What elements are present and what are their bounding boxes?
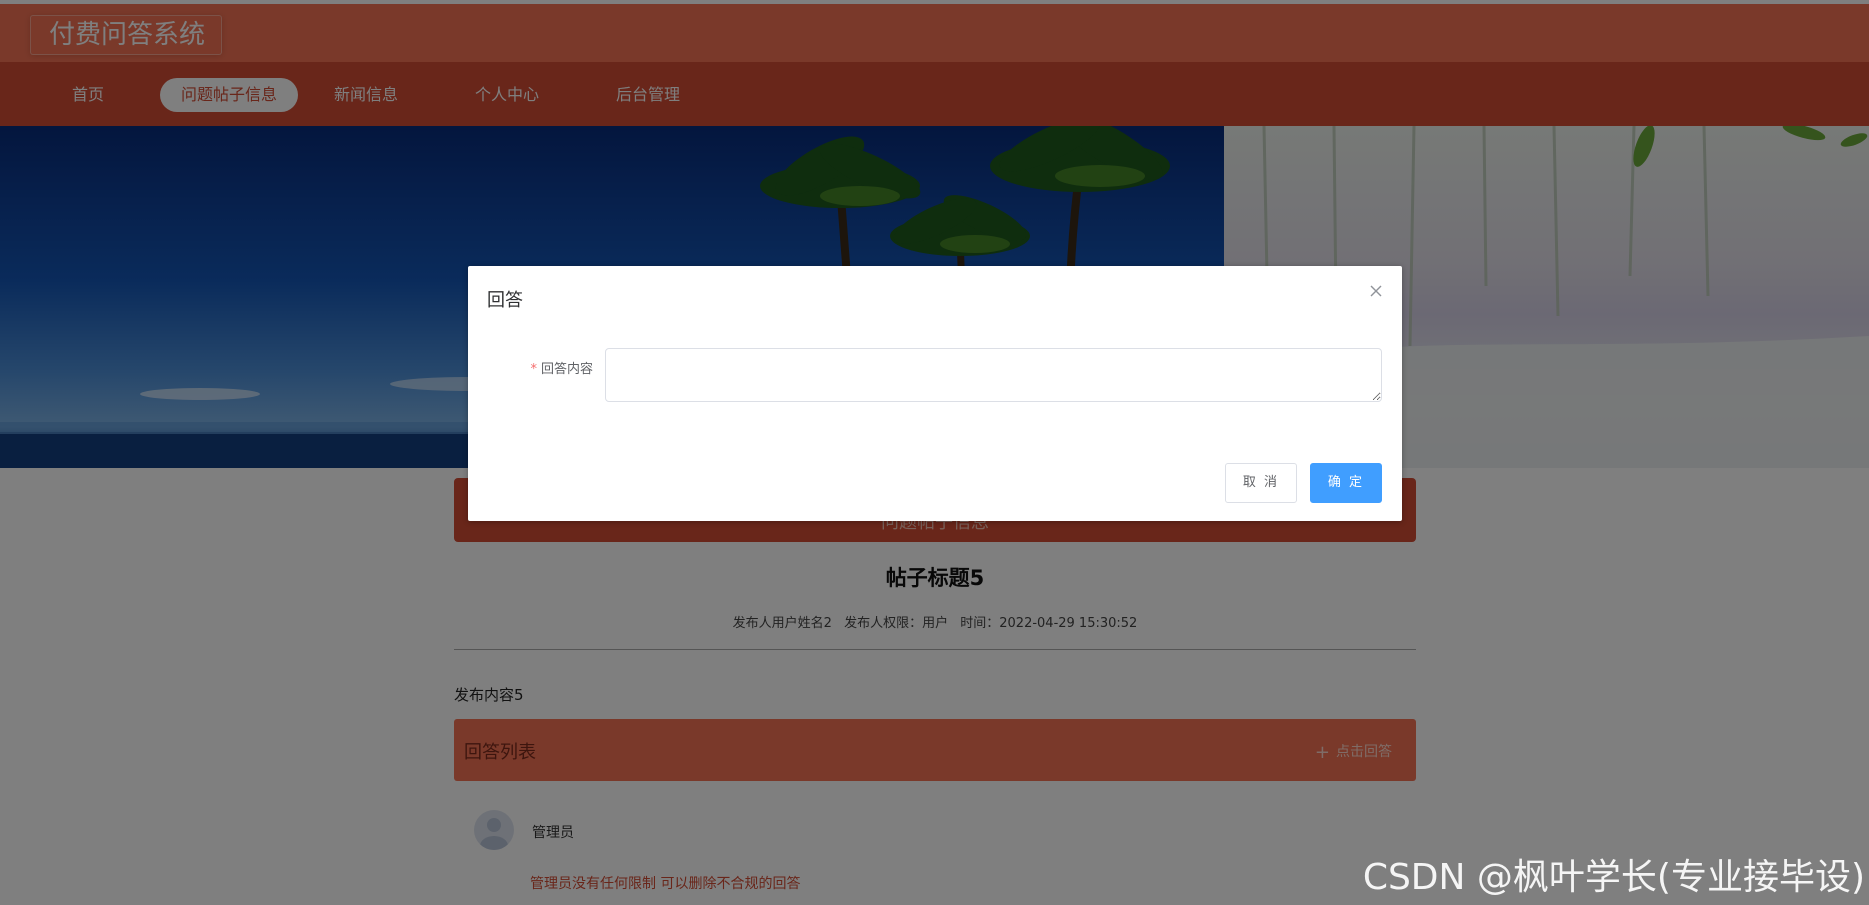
page: 付费问答系统 首页 问题帖子信息 新闻信息 个人中心 后台管理 [0,0,1869,905]
answer-content-label-text: 回答内容 [540,362,593,377]
answer-dialog: 回答 * 回答内容 取 消 确 定 [468,266,1402,521]
watermark: CSDN @枫叶学长(专业接毕设) [1362,857,1865,898]
confirm-button[interactable]: 确 定 [1310,463,1382,503]
cancel-button[interactable]: 取 消 [1225,463,1297,503]
close-icon[interactable] [1368,283,1384,299]
dialog-title: 回答 [487,290,523,311]
answer-content-label: * 回答内容 [528,358,593,377]
answer-content-textarea[interactable] [605,348,1382,402]
required-mark: * [530,362,537,377]
